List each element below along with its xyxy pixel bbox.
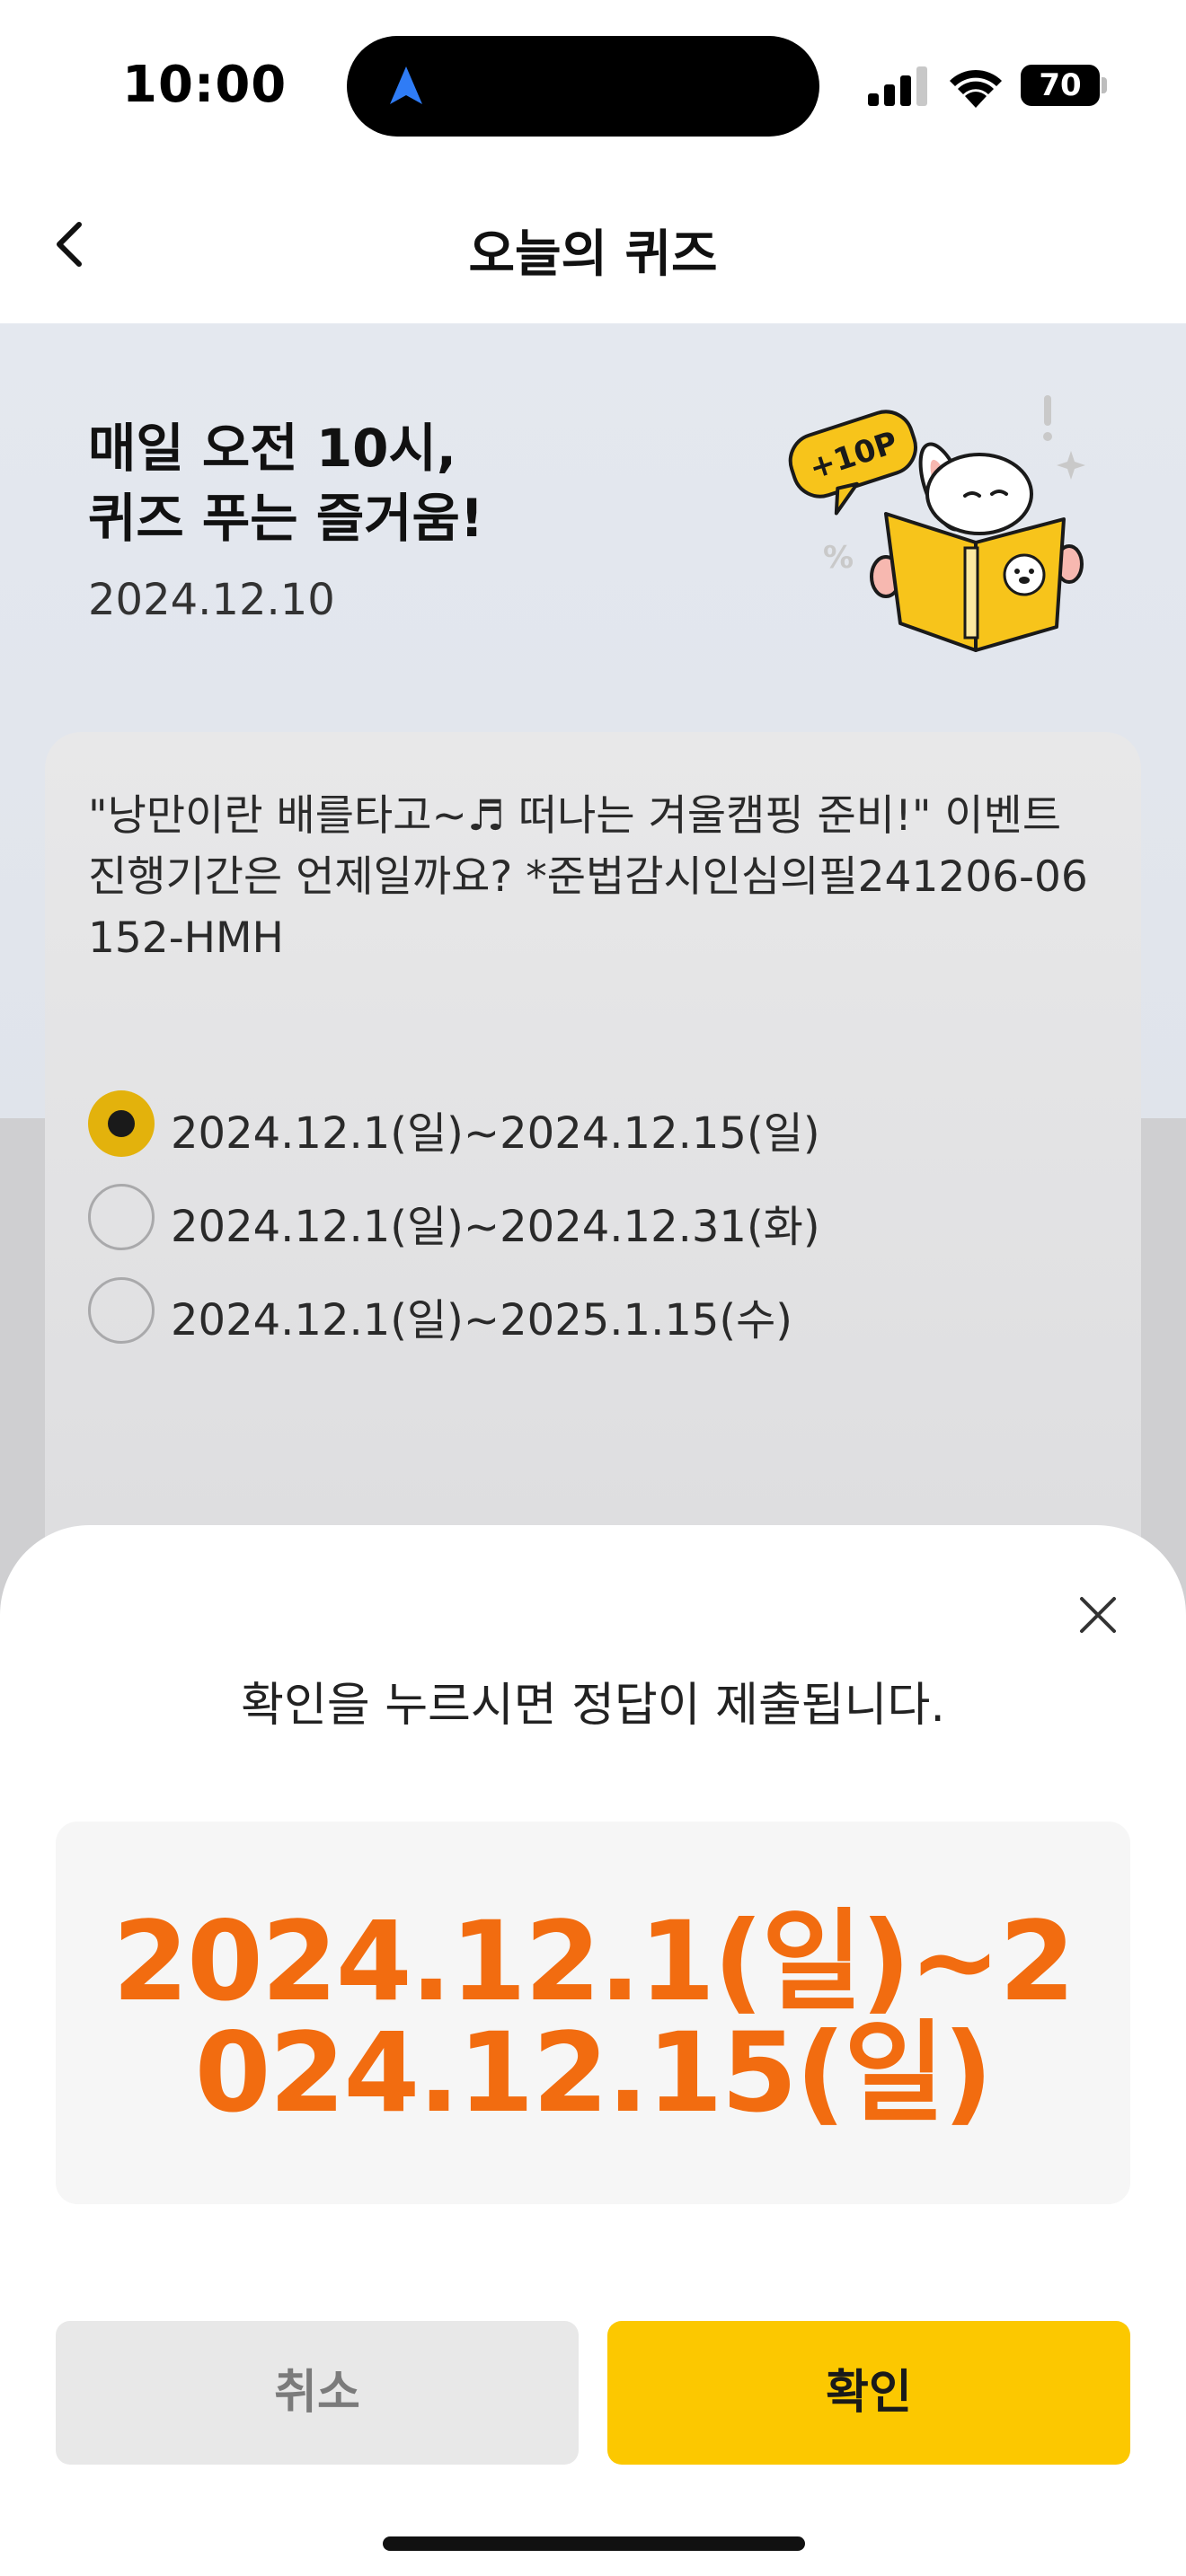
confirm-bottom-sheet: 확인을 누르시면 정답이 제출됩니다. 2024.12.1(일)~2024.12…: [0, 1525, 1186, 2576]
svg-text:%: %: [823, 540, 854, 576]
hero-title: 매일 오전 10시, 퀴즈 푸는 즐거움!: [88, 413, 483, 553]
radio-unselected-icon[interactable]: [88, 1184, 155, 1250]
signal-icon: [868, 66, 927, 106]
battery-icon: 70: [1021, 65, 1107, 106]
answer-option-label: 2024.12.1(일)~2024.12.31(화): [171, 1202, 820, 1252]
nav-bar: 오늘의 퀴즈: [0, 171, 1186, 323]
page-title: 오늘의 퀴즈: [468, 225, 718, 284]
navigation-arrow-icon: [390, 66, 422, 104]
close-icon[interactable]: [1076, 1593, 1120, 1636]
answer-options: 2024.12.1(일)~2024.12.15(일) 2024.12.1(일)~…: [88, 1078, 1112, 1358]
rabbit-reading-book-illustration: % +10P: [788, 395, 1085, 652]
battery-level: 70: [1039, 67, 1082, 103]
home-indicator: [383, 2536, 805, 2551]
hero-title-line1: 매일 오전 10시,: [88, 418, 456, 479]
answer-option-2[interactable]: 2024.12.1(일)~2024.12.31(화): [88, 1171, 1112, 1265]
selected-answer-box: 2024.12.1(일)~2024.12.15(일): [56, 1822, 1130, 2204]
confirm-message: 확인을 누르시면 정답이 제출됩니다.: [241, 1679, 945, 1733]
selected-answer-text: 2024.12.1(일)~2024.12.15(일): [112, 1898, 1075, 2137]
radio-selected-icon[interactable]: [88, 1090, 155, 1157]
answer-option-label: 2024.12.1(일)~2025.1.15(수): [171, 1295, 793, 1345]
hero-title-line2: 퀴즈 푸는 즐거움!: [88, 488, 484, 549]
dynamic-island: [347, 36, 819, 137]
wifi-icon: [950, 69, 1002, 108]
status-bar: 10:00 70: [0, 0, 1186, 171]
status-time: 10:00: [122, 56, 288, 114]
answer-option-label: 2024.12.1(일)~2024.12.15(일): [171, 1108, 820, 1159]
radio-unselected-icon[interactable]: [88, 1277, 155, 1344]
quiz-question: "낭만이란 배를타고~♬ 떠나는 겨울캠핑 준비!" 이벤트 진행기간은 언제일…: [88, 791, 1088, 963]
battery-cap: [1102, 77, 1107, 93]
quiz-date: 2024.12.10: [88, 575, 335, 625]
cancel-button[interactable]: 취소: [56, 2321, 579, 2465]
answer-option-3[interactable]: 2024.12.1(일)~2025.1.15(수): [88, 1265, 1112, 1358]
confirm-button[interactable]: 확인: [607, 2321, 1130, 2465]
answer-option-1[interactable]: 2024.12.1(일)~2024.12.15(일): [88, 1078, 1112, 1171]
